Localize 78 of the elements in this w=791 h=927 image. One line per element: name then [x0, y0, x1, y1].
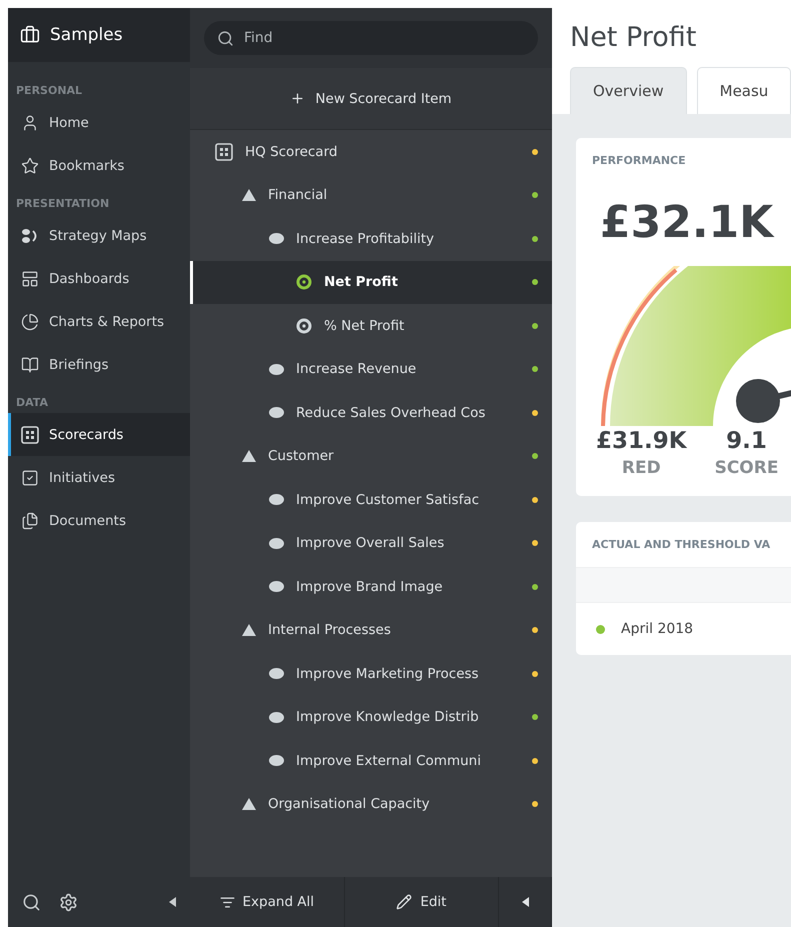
card-heading: PERFORMANCE [591, 153, 687, 169]
user-icon [21, 114, 39, 132]
nav-item[interactable]: Home [8, 101, 190, 144]
nav-item[interactable]: Strategy Maps [8, 214, 190, 257]
ellipse-icon [269, 712, 284, 723]
expand-all-button[interactable]: Expand All [190, 877, 345, 927]
nav-item[interactable]: Initiatives [8, 456, 190, 499]
tree-item[interactable]: Improve Overall Sales [190, 522, 552, 565]
section-label: DATA [15, 395, 49, 411]
triangle-icon [242, 450, 256, 462]
nav-item[interactable]: Bookmarks [8, 144, 190, 187]
stat-label: RED [622, 458, 661, 478]
tree-item[interactable]: Organisational Capacity [190, 782, 552, 826]
nodes-icon [21, 226, 39, 244]
ellipse-icon [269, 407, 284, 418]
documents-icon [21, 512, 39, 530]
stat-label: SCORE [714, 458, 778, 478]
tab[interactable]: Overview [570, 67, 687, 114]
tree-item[interactable]: Customer [190, 434, 552, 478]
section-label: PRESENTATION [15, 196, 110, 212]
pie-chart-icon [21, 312, 39, 330]
tree-item[interactable]: Improve Knowledge Distrib [190, 696, 552, 739]
page-title: Net Profit [570, 22, 698, 53]
settings-icon[interactable] [59, 892, 78, 912]
ellipse-icon [269, 538, 284, 549]
target-icon [296, 274, 312, 290]
tree-item[interactable]: HQ Scorecard [190, 130, 552, 174]
section-label: PERSONAL [15, 83, 84, 99]
nav-item[interactable]: Charts & Reports [8, 300, 190, 343]
ellipse-icon [269, 755, 284, 766]
star-icon [21, 156, 39, 174]
edit-button[interactable]: Edit [344, 877, 500, 927]
book-icon [21, 356, 39, 374]
stat-value: 9.1 [726, 428, 767, 454]
tree-item[interactable]: Improve Customer Satisfac [190, 478, 552, 522]
triangle-icon [242, 798, 256, 810]
tree-item[interactable]: Increase Profitability [190, 217, 552, 260]
plus-icon [290, 91, 306, 106]
tree-item[interactable]: Net Profit [190, 260, 552, 304]
tree-item[interactable]: Reduce Sales Overhead Cos [190, 391, 552, 434]
collapse-icon[interactable] [169, 897, 176, 907]
search-field[interactable]: Find [204, 21, 538, 55]
ellipse-icon [269, 494, 284, 506]
tree-item[interactable]: Financial [190, 174, 552, 217]
new-item-button[interactable]: New Scorecard Item [190, 68, 552, 130]
grid-icon [215, 142, 233, 161]
stat-value: £31.9K [596, 428, 687, 454]
period-label: April 2018 [621, 621, 694, 637]
grid-icon [21, 426, 39, 444]
caret-icon [522, 897, 529, 907]
search-icon [217, 30, 234, 47]
nav-item[interactable]: Scorecards [8, 413, 190, 456]
tree-item[interactable]: Improve External Communi [190, 739, 552, 782]
nav-item[interactable]: Briefings [8, 343, 190, 386]
tree-item[interactable]: % Net Profit [190, 304, 552, 348]
tree-item[interactable]: Improve Brand Image [190, 565, 552, 608]
app-title: Samples [50, 25, 123, 45]
performance-value: £32.1K [599, 196, 776, 250]
ellipse-icon [269, 581, 284, 592]
card-heading: ACTUAL AND THRESHOLD VA [591, 537, 772, 553]
briefcase-icon [20, 25, 40, 45]
nav-item[interactable]: Documents [8, 499, 190, 542]
triangle-icon [242, 624, 256, 636]
pencil-icon [396, 894, 412, 910]
tree-item[interactable]: Internal Processes [190, 608, 552, 652]
checkbox-icon [21, 468, 39, 486]
ellipse-icon [269, 364, 284, 375]
tree-item[interactable]: Increase Revenue [190, 348, 552, 391]
ellipse-icon [269, 668, 284, 680]
tree-item[interactable]: Improve Marketing Process [190, 652, 552, 696]
search-icon[interactable] [22, 892, 41, 912]
tab[interactable]: Measu [696, 67, 791, 114]
expand-icon [220, 894, 235, 910]
triangle-icon [242, 189, 256, 202]
nav-item[interactable]: Dashboards [8, 257, 190, 300]
dashboard-icon [21, 270, 39, 288]
ellipse-icon [269, 233, 284, 244]
target-icon [296, 318, 312, 334]
